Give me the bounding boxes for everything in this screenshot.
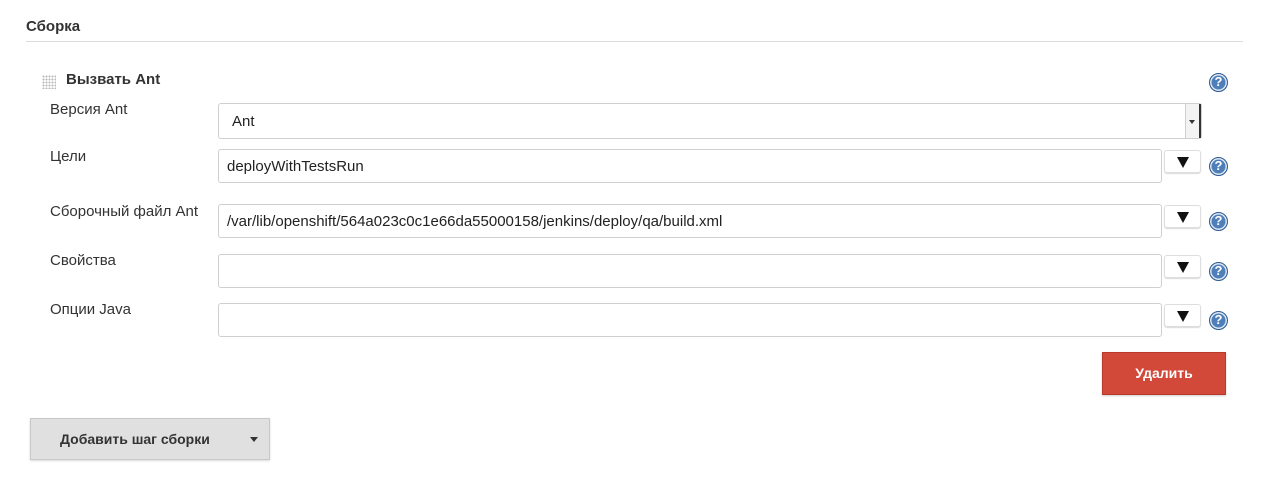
expand-triangle-icon [1177,311,1189,322]
drag-handle-icon[interactable] [42,75,56,89]
field-label-ant-version: Версия Ant [50,101,128,118]
build-file-input[interactable] [218,204,1162,238]
help-icon[interactable]: ? [1209,73,1228,92]
add-build-step-label: Добавить шаг сборки [60,431,210,447]
help-icon[interactable]: ? [1209,212,1228,231]
add-build-step-button[interactable]: Добавить шаг сборки [30,418,270,460]
java-options-input[interactable] [218,303,1162,337]
section-title: Сборка [26,18,81,35]
targets-input[interactable] [218,149,1162,183]
help-icon[interactable]: ? [1209,262,1228,281]
field-label-targets: Цели [50,148,87,165]
step-title: Вызвать Ant [66,71,161,88]
help-icon[interactable]: ? [1209,311,1228,330]
field-label-build-file: Сборочный файл Ant [50,203,199,220]
field-label-properties: Свойства [50,252,116,269]
section-divider [26,41,1243,42]
expand-triangle-icon [1177,262,1189,273]
ant-version-select[interactable]: Ant [218,103,1202,139]
select-arrow-box [1185,104,1201,138]
delete-button[interactable]: Удалить [1102,352,1226,395]
chevron-down-icon [250,437,258,442]
expand-triangle-icon [1177,212,1189,223]
java-options-expand-button[interactable] [1164,304,1201,327]
expand-triangle-icon [1177,157,1189,168]
help-icon[interactable]: ? [1209,157,1228,176]
ant-version-selected-value: Ant [232,113,255,130]
targets-expand-button[interactable] [1164,150,1201,173]
field-label-java-options: Опции Java [50,301,131,318]
properties-input[interactable] [218,254,1162,288]
build-file-expand-button[interactable] [1164,205,1201,228]
chevron-down-icon [1189,120,1195,124]
properties-expand-button[interactable] [1164,255,1201,278]
